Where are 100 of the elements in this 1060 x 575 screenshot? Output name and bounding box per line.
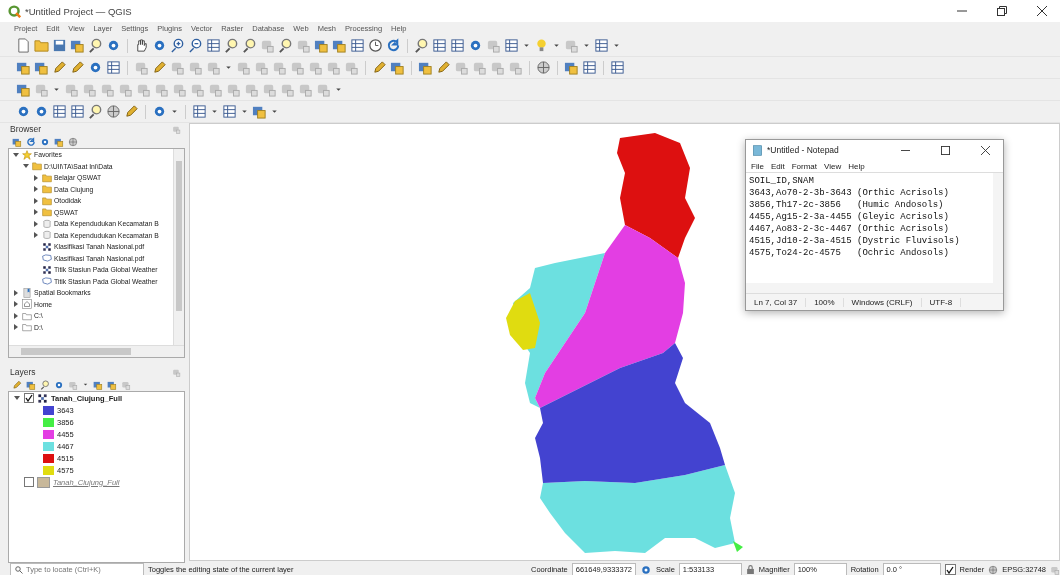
caret-icon[interactable] [552,41,561,50]
expander-arrow-icon[interactable] [13,394,21,402]
tool-icon[interactable] [188,60,203,75]
close-icon[interactable] [1037,6,1047,16]
globe-icon[interactable] [988,564,999,575]
layer-icon[interactable] [54,136,64,147]
clock-icon[interactable] [368,38,383,53]
magnifier-icon[interactable] [414,38,429,53]
save-icon[interactable] [52,38,67,53]
tool-icon[interactable] [316,82,331,97]
bulb-icon[interactable] [534,38,549,53]
tool-icon[interactable] [244,82,259,97]
tool-icon[interactable] [490,60,505,75]
table-icon[interactable] [70,104,85,119]
tool-icon[interactable] [190,82,205,97]
tool-icon[interactable] [344,60,359,75]
zoom-in-icon[interactable] [170,38,185,53]
table-icon[interactable] [504,38,519,53]
bookmark-icon[interactable] [22,287,32,298]
tool-icon[interactable] [154,82,169,97]
refresh-icon[interactable] [26,136,36,147]
layer-checkbox[interactable] [24,393,34,403]
caret-icon[interactable] [224,63,233,72]
menu-item[interactable]: Help [848,161,865,171]
scrollbar[interactable] [746,283,1003,293]
close-icon[interactable] [980,145,990,155]
caret-icon[interactable] [240,107,249,116]
table-icon[interactable] [192,104,207,119]
caret-icon[interactable] [82,381,89,388]
tool-icon[interactable] [296,38,311,53]
tool-icon[interactable] [280,82,295,97]
layer-icon[interactable] [252,104,267,119]
scrollbar[interactable] [9,345,184,357]
tool-icon[interactable] [64,82,79,97]
tool-icon[interactable] [298,82,313,97]
layer-icon[interactable] [34,60,49,75]
tool-icon[interactable] [34,82,49,97]
tool-icon[interactable] [454,60,469,75]
globe-icon[interactable] [536,60,551,75]
layer-icon[interactable] [70,38,85,53]
caret-icon[interactable] [582,41,591,50]
tool-icon[interactable] [172,82,187,97]
tool-icon[interactable] [326,60,341,75]
table-icon[interactable] [582,60,597,75]
tool-icon[interactable] [272,60,287,75]
caret-icon[interactable] [612,41,621,50]
layer-icon[interactable] [16,82,31,97]
layer-icon[interactable] [12,136,22,147]
tool-icon[interactable] [236,60,251,75]
document-icon[interactable] [16,38,31,53]
tool-icon[interactable] [134,60,149,75]
magnifier-icon[interactable] [242,38,257,53]
magnifier-icon[interactable] [88,104,103,119]
caret-icon[interactable] [270,107,279,116]
tool-icon[interactable] [170,60,185,75]
table-icon[interactable] [106,60,121,75]
expander-arrow-icon[interactable] [12,150,20,159]
tool-icon[interactable] [82,82,97,97]
menu-item[interactable]: View [824,161,842,171]
table-icon[interactable] [594,38,609,53]
expander-arrow-icon[interactable] [12,323,20,332]
pencil-icon[interactable] [436,60,451,75]
layer-checkbox[interactable] [24,477,34,487]
table-icon[interactable] [432,38,447,53]
tool-icon[interactable] [290,60,305,75]
layer-icon[interactable] [314,38,329,53]
menu-item[interactable]: File [751,161,764,171]
expander-arrow-icon[interactable] [32,173,40,182]
expander-arrow-icon[interactable] [32,219,40,228]
raster-icon[interactable] [42,264,52,275]
layer-icon[interactable] [16,60,31,75]
hand-icon[interactable] [134,38,149,53]
expander-arrow-icon[interactable] [12,300,20,309]
menu-item[interactable]: Edit [770,161,785,171]
tool-icon[interactable] [118,82,133,97]
table-icon[interactable] [450,38,465,53]
lock-icon[interactable] [745,565,755,574]
layer-icon[interactable] [390,60,405,75]
menu-item[interactable]: Format [791,161,818,171]
tool-icon[interactable] [208,82,223,97]
tool-icon[interactable] [136,82,151,97]
star-icon[interactable] [22,149,32,160]
globe-icon[interactable] [68,136,78,147]
caret-icon[interactable] [52,85,61,94]
tool-icon[interactable] [254,60,269,75]
globe-icon[interactable] [106,104,121,119]
expander-arrow-icon[interactable] [12,311,20,320]
expander-arrow-icon[interactable] [32,196,40,205]
table-icon[interactable] [350,38,365,53]
magnifier-icon[interactable] [224,38,239,53]
raster-icon[interactable] [42,241,52,252]
tool-icon[interactable] [260,38,275,53]
tool-icon[interactable] [206,60,221,75]
expander-arrow-icon[interactable] [12,288,20,297]
maximize-icon[interactable] [940,145,950,155]
table-icon[interactable] [206,38,221,53]
layer-icon[interactable] [418,60,433,75]
caret-icon[interactable] [210,107,219,116]
restore-icon[interactable] [997,6,1007,16]
scrollbar[interactable] [173,149,184,345]
